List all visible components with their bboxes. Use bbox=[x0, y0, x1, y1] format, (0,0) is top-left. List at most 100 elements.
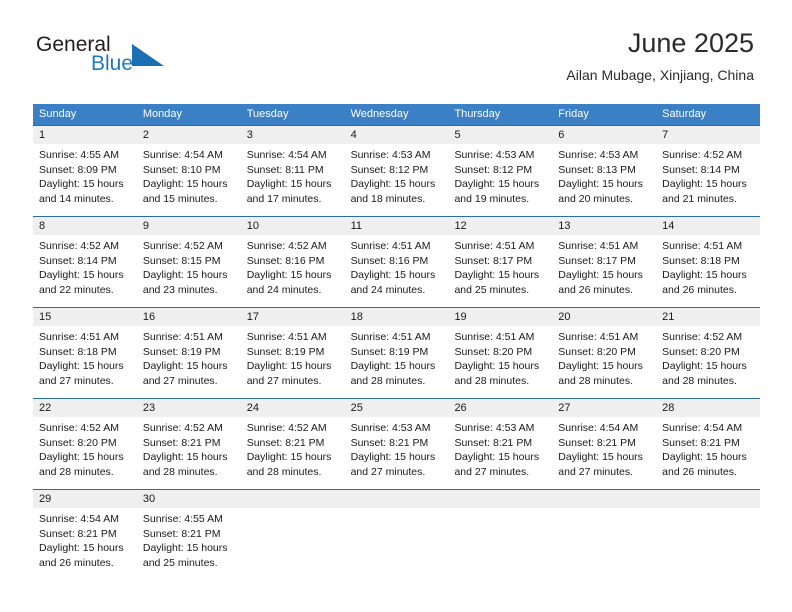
sunrise-text: Sunrise: 4:51 AM bbox=[558, 331, 639, 343]
day-cell[interactable]: Sunrise: 4:52 AM Sunset: 8:20 PM Dayligh… bbox=[656, 326, 760, 398]
sunrise-text: Sunrise: 4:51 AM bbox=[558, 240, 639, 252]
sunset-text: Sunset: 8:12 PM bbox=[350, 163, 429, 176]
day-number[interactable]: 9 bbox=[137, 217, 241, 235]
day-number[interactable]: 10 bbox=[241, 217, 345, 235]
day-cell[interactable]: Sunrise: 4:51 AM Sunset: 8:19 PM Dayligh… bbox=[137, 326, 241, 398]
day-cell[interactable]: Sunrise: 4:51 AM Sunset: 8:17 PM Dayligh… bbox=[448, 235, 552, 307]
day-number[interactable]: 17 bbox=[241, 308, 345, 326]
day-cell[interactable]: Sunrise: 4:54 AM Sunset: 8:21 PM Dayligh… bbox=[552, 417, 656, 489]
logo-triangle-icon bbox=[132, 44, 164, 66]
day-cell[interactable]: Sunrise: 4:52 AM Sunset: 8:15 PM Dayligh… bbox=[137, 235, 241, 307]
day-number[interactable]: 4 bbox=[345, 126, 449, 144]
day-number[interactable]: 18 bbox=[345, 308, 449, 326]
sunrise-text: Sunrise: 4:51 AM bbox=[246, 331, 327, 343]
day-number-empty bbox=[241, 490, 345, 508]
sunset-text: Sunset: 8:19 PM bbox=[246, 345, 325, 358]
daylight-text-line1: Daylight: 15 hours bbox=[558, 178, 643, 190]
page-title: June 2025 bbox=[627, 28, 754, 58]
day-cell[interactable]: Sunrise: 4:54 AM Sunset: 8:10 PM Dayligh… bbox=[137, 144, 241, 216]
day-number[interactable]: 30 bbox=[137, 490, 241, 508]
day-cell[interactable]: Sunrise: 4:52 AM Sunset: 8:14 PM Dayligh… bbox=[656, 144, 760, 216]
daylight-text-line1: Daylight: 15 hours bbox=[558, 451, 643, 463]
calendar-grid: Sunday Monday Tuesday Wednesday Thursday… bbox=[33, 104, 760, 580]
day-cell[interactable]: Sunrise: 4:53 AM Sunset: 8:21 PM Dayligh… bbox=[448, 417, 552, 489]
day-cell[interactable]: Sunrise: 4:53 AM Sunset: 8:12 PM Dayligh… bbox=[345, 144, 449, 216]
day-number[interactable]: 22 bbox=[33, 399, 137, 417]
day-number[interactable]: 20 bbox=[552, 308, 656, 326]
day-number[interactable]: 27 bbox=[552, 399, 656, 417]
sunset-text: Sunset: 8:21 PM bbox=[142, 527, 221, 540]
day-cell-empty bbox=[552, 508, 656, 580]
daylight-text-line1: Daylight: 15 hours bbox=[142, 451, 228, 463]
day-number[interactable]: 13 bbox=[552, 217, 656, 235]
day-cell[interactable]: Sunrise: 4:51 AM Sunset: 8:16 PM Dayligh… bbox=[345, 235, 449, 307]
daylight-text-line1: Daylight: 15 hours bbox=[558, 360, 643, 372]
day-cell[interactable]: Sunrise: 4:52 AM Sunset: 8:14 PM Dayligh… bbox=[33, 235, 137, 307]
day-cell[interactable]: Sunrise: 4:52 AM Sunset: 8:21 PM Dayligh… bbox=[137, 417, 241, 489]
day-cell[interactable]: Sunrise: 4:51 AM Sunset: 8:20 PM Dayligh… bbox=[448, 326, 552, 398]
day-number[interactable]: 7 bbox=[656, 126, 760, 144]
day-number[interactable]: 21 bbox=[656, 308, 760, 326]
day-number[interactable]: 2 bbox=[137, 126, 241, 144]
daylight-text-line2: and 28 minutes. bbox=[39, 465, 114, 478]
day-number[interactable]: 16 bbox=[137, 308, 241, 326]
sunrise-text: Sunrise: 4:54 AM bbox=[39, 513, 119, 525]
daylight-text-line2: and 27 minutes. bbox=[142, 374, 218, 387]
day-cell[interactable]: Sunrise: 4:51 AM Sunset: 8:19 PM Dayligh… bbox=[241, 326, 345, 398]
daylight-text-line2: and 23 minutes. bbox=[142, 283, 218, 296]
sunrise-text: Sunrise: 4:52 AM bbox=[662, 331, 743, 343]
day-cell[interactable]: Sunrise: 4:53 AM Sunset: 8:13 PM Dayligh… bbox=[552, 144, 656, 216]
day-number[interactable]: 14 bbox=[656, 217, 760, 235]
daylight-text-line2: and 26 minutes. bbox=[39, 556, 114, 569]
day-cell[interactable]: Sunrise: 4:54 AM Sunset: 8:11 PM Dayligh… bbox=[241, 144, 345, 216]
sunset-text: Sunset: 8:14 PM bbox=[39, 254, 117, 267]
day-cell[interactable]: Sunrise: 4:51 AM Sunset: 8:18 PM Dayligh… bbox=[656, 235, 760, 307]
day-number[interactable]: 24 bbox=[241, 399, 345, 417]
daylight-text-line2: and 22 minutes. bbox=[39, 283, 114, 296]
day-cell[interactable]: Sunrise: 4:52 AM Sunset: 8:21 PM Dayligh… bbox=[241, 417, 345, 489]
sunrise-text: Sunrise: 4:52 AM bbox=[246, 240, 327, 252]
day-number[interactable]: 15 bbox=[33, 308, 137, 326]
sunset-text: Sunset: 8:21 PM bbox=[39, 527, 117, 540]
day-number[interactable]: 11 bbox=[345, 217, 449, 235]
day-cell[interactable]: Sunrise: 4:54 AM Sunset: 8:21 PM Dayligh… bbox=[33, 508, 137, 580]
day-number[interactable]: 12 bbox=[448, 217, 552, 235]
daylight-text-line1: Daylight: 15 hours bbox=[350, 360, 436, 372]
day-cell[interactable]: Sunrise: 4:51 AM Sunset: 8:19 PM Dayligh… bbox=[345, 326, 449, 398]
day-number[interactable]: 29 bbox=[33, 490, 137, 508]
day-detail-band: Sunrise: 4:52 AM Sunset: 8:14 PM Dayligh… bbox=[33, 235, 760, 307]
day-number[interactable]: 5 bbox=[448, 126, 552, 144]
day-number[interactable]: 26 bbox=[448, 399, 552, 417]
day-number[interactable]: 8 bbox=[33, 217, 137, 235]
sunrise-text: Sunrise: 4:54 AM bbox=[142, 149, 223, 161]
daylight-text-line1: Daylight: 15 hours bbox=[558, 269, 643, 281]
day-cell-empty bbox=[448, 508, 552, 580]
day-cell[interactable]: Sunrise: 4:54 AM Sunset: 8:21 PM Dayligh… bbox=[656, 417, 760, 489]
day-number-band: 1 2 3 4 5 6 7 bbox=[33, 126, 760, 144]
general-blue-logo[interactable]: General Blue bbox=[36, 34, 196, 82]
day-number[interactable]: 25 bbox=[345, 399, 449, 417]
day-cell[interactable]: Sunrise: 4:55 AM Sunset: 8:09 PM Dayligh… bbox=[33, 144, 137, 216]
day-cell[interactable]: Sunrise: 4:51 AM Sunset: 8:17 PM Dayligh… bbox=[552, 235, 656, 307]
daylight-text-line1: Daylight: 15 hours bbox=[246, 178, 332, 190]
day-number[interactable]: 3 bbox=[241, 126, 345, 144]
day-number[interactable]: 1 bbox=[33, 126, 137, 144]
sunset-text: Sunset: 8:14 PM bbox=[662, 163, 740, 176]
day-number[interactable]: 28 bbox=[656, 399, 760, 417]
sunrise-text: Sunrise: 4:51 AM bbox=[454, 240, 535, 252]
weekday-sunday: Sunday bbox=[39, 108, 77, 120]
day-cell[interactable]: Sunrise: 4:53 AM Sunset: 8:12 PM Dayligh… bbox=[448, 144, 552, 216]
daylight-text-line1: Daylight: 15 hours bbox=[662, 360, 747, 372]
day-cell[interactable]: Sunrise: 4:52 AM Sunset: 8:20 PM Dayligh… bbox=[33, 417, 137, 489]
day-cell[interactable]: Sunrise: 4:52 AM Sunset: 8:16 PM Dayligh… bbox=[241, 235, 345, 307]
sunrise-text: Sunrise: 4:51 AM bbox=[350, 331, 431, 343]
day-cell[interactable]: Sunrise: 4:51 AM Sunset: 8:18 PM Dayligh… bbox=[33, 326, 137, 398]
day-number[interactable]: 23 bbox=[137, 399, 241, 417]
day-number[interactable]: 6 bbox=[552, 126, 656, 144]
day-cell[interactable]: Sunrise: 4:55 AM Sunset: 8:21 PM Dayligh… bbox=[137, 508, 241, 580]
day-cell[interactable]: Sunrise: 4:53 AM Sunset: 8:21 PM Dayligh… bbox=[345, 417, 449, 489]
day-number[interactable]: 19 bbox=[448, 308, 552, 326]
day-cell[interactable]: Sunrise: 4:51 AM Sunset: 8:20 PM Dayligh… bbox=[552, 326, 656, 398]
sunrise-text: Sunrise: 4:51 AM bbox=[454, 331, 535, 343]
daylight-text-line2: and 25 minutes. bbox=[142, 556, 218, 569]
